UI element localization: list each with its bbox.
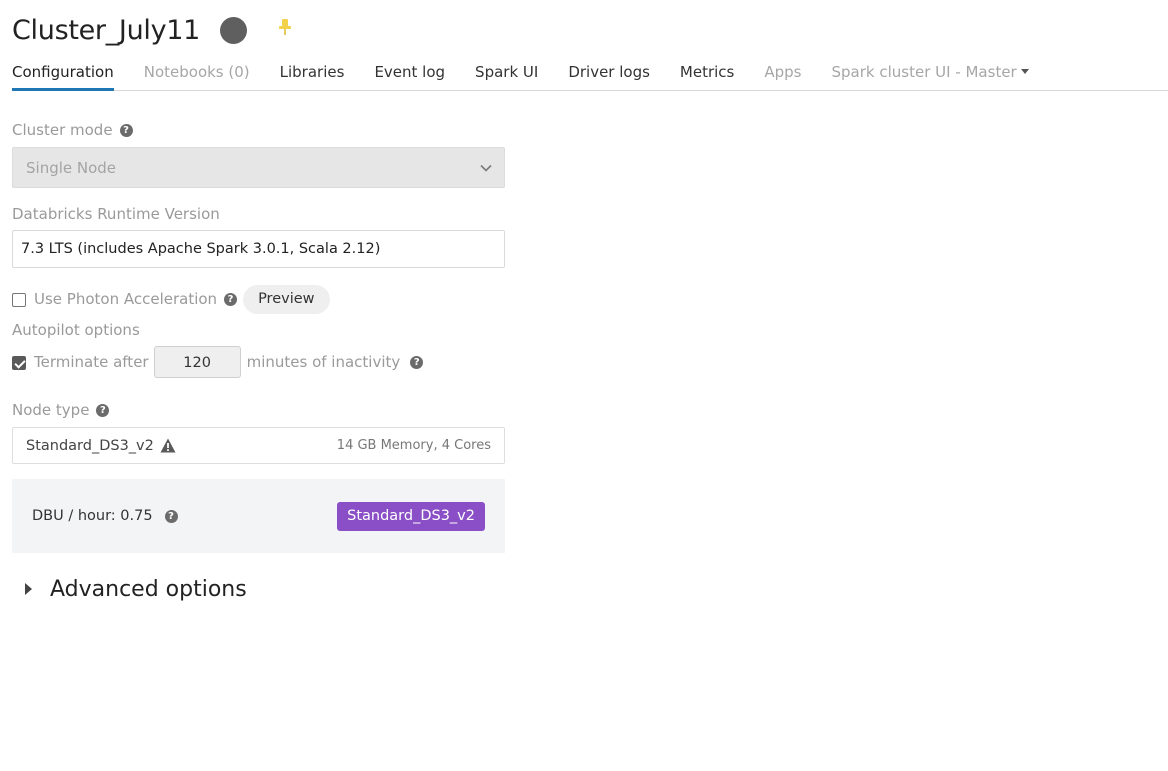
terminate-label: Terminate after [34,353,149,371]
triangle-right-icon [25,583,32,595]
runtime-version-value: 7.3 LTS (includes Apache Spark 3.0.1, Sc… [21,241,381,257]
cluster-tabs: Configuration Notebooks (0) Libraries Ev… [12,60,1168,91]
tab-metrics[interactable]: Metrics [680,60,734,91]
cluster-mode-select[interactable]: Single Node [12,147,505,188]
warning-icon [160,438,176,453]
cluster-status-icon [220,16,248,44]
node-type-badge: Standard_DS3_v2 [337,501,485,531]
tab-libraries[interactable]: Libraries [280,60,345,91]
tab-apps[interactable]: Apps [764,60,801,91]
advanced-options-toggle[interactable]: Advanced options [25,574,247,604]
chevron-down-icon [480,164,492,172]
help-icon[interactable]: ? [164,509,178,523]
tab-spark-ui[interactable]: Spark UI [475,60,538,91]
cluster-header: Cluster_July11 [12,10,293,50]
photon-row: Use Photon Acceleration ? Preview [12,284,330,314]
tab-notebooks[interactable]: Notebooks (0) [144,60,250,91]
node-type-field[interactable]: Standard_DS3_v2 14 GB Memory, 4 Cores [12,427,505,464]
pin-icon[interactable] [277,18,293,38]
runtime-label-text: Databricks Runtime Version [12,205,220,223]
tab-spark-cluster-ui-label: Spark cluster UI - Master [831,63,1017,81]
autopilot-label-text: Autopilot options [12,321,140,339]
terminate-minutes-input[interactable]: 120 [153,346,241,378]
help-icon[interactable]: ? [119,123,133,137]
caret-down-icon [1020,69,1029,74]
help-icon[interactable]: ? [224,292,238,306]
photon-checkbox[interactable] [12,293,26,307]
dbu-panel: DBU / hour: 0.75 ? Standard_DS3_v2 [12,479,505,553]
runtime-label: Databricks Runtime Version [12,204,220,224]
tab-driver-logs[interactable]: Driver logs [568,60,650,91]
autopilot-terminate-row: Terminate after 120 minutes of inactivit… [12,345,424,379]
tab-configuration[interactable]: Configuration [12,60,114,91]
runtime-version-field[interactable]: 7.3 LTS (includes Apache Spark 3.0.1, Sc… [12,230,505,268]
node-type-label: Node type ? [12,400,110,420]
tab-spark-cluster-ui[interactable]: Spark cluster UI - Master [832,60,1029,91]
tab-event-log[interactable]: Event log [374,60,445,91]
node-type-label-text: Node type [12,401,90,419]
help-icon[interactable]: ? [96,403,110,417]
cluster-mode-value: Single Node [26,159,117,177]
terminate-checkbox[interactable] [12,356,26,370]
autopilot-label: Autopilot options [12,320,140,340]
terminate-suffix: minutes of inactivity [246,353,401,371]
help-icon[interactable]: ? [410,355,424,369]
dbu-text: DBU / hour: 0.75 [32,508,153,524]
advanced-options-label: Advanced options [50,576,247,602]
node-type-spec: 14 GB Memory, 4 Cores [336,438,491,453]
page-title: Cluster_July11 [12,14,201,46]
preview-badge: Preview [243,284,330,314]
cluster-mode-label-text: Cluster mode [12,121,113,139]
photon-label: Use Photon Acceleration [34,290,218,308]
node-type-value: Standard_DS3_v2 [26,437,154,454]
cluster-mode-label: Cluster mode ? [12,120,133,140]
